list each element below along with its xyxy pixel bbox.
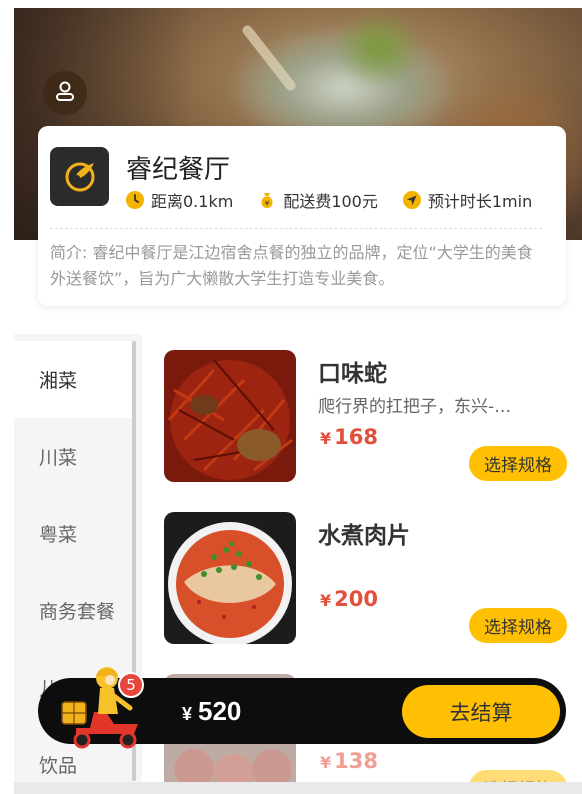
category-item-cantonese[interactable]: 粤菜 [14,495,132,572]
dish-item: 水煮肉片 ¥200 选择规格 [164,512,568,652]
card-divider [50,228,542,229]
dish-image[interactable] [164,350,296,482]
money-bag-icon: ¥ [257,190,277,210]
dish-price: ¥200 [320,587,378,611]
dish-price: ¥138 [320,749,378,773]
dish-image[interactable] [164,512,296,644]
clock-icon [125,190,145,210]
category-item-sichuan[interactable]: 川菜 [14,418,132,495]
price-value: 200 [334,587,378,611]
shop-description: 简介: 睿纪中餐厅是江边宿舍点餐的独立的品牌，定位“大学生的美食外送餐饮”，旨为… [50,243,533,288]
select-spec-button[interactable]: 选择规格 [469,446,567,481]
user-profile-button[interactable] [43,71,87,115]
category-label: 商务套餐 [39,601,116,623]
currency-symbol: ¥ [320,429,332,448]
shop-name: 睿纪餐厅 [126,155,231,185]
eta-text: 预计时长1min [427,192,533,211]
total-value: 520 [198,696,242,726]
category-label: 川菜 [39,447,78,469]
price-value: 168 [334,425,378,449]
navigation-arrow-icon [402,190,422,210]
dish-item: 口味蛇 爬行界的扛把子，东兴-… ¥168 选择规格 [164,350,568,490]
dish-description: 爬行界的扛把子，东兴-… [318,397,512,417]
category-label: 湘菜 [39,370,78,392]
price-value: 138 [334,749,378,773]
delivery-fee-text: 配送费100元 [283,192,378,211]
category-item-business-set[interactable]: 商务套餐 [14,572,132,649]
user-icon [53,79,77,107]
currency-symbol: ¥ [182,704,193,724]
cart-total: ¥520 [182,696,241,727]
category-label: 粤菜 [39,524,78,546]
shop-info-card: 睿纪餐厅 距离0.1km ¥ 配送费100元 预计时长1min 简介: 睿纪中餐… [38,126,566,306]
bottom-edge [14,782,582,794]
currency-symbol: ¥ [320,591,332,610]
eta-stat: 预计时长1min [402,188,532,212]
select-spec-button[interactable]: 选择规格 [469,608,567,643]
order-page: 睿纪餐厅 距离0.1km ¥ 配送费100元 预计时长1min 简介: 睿纪中餐… [14,8,582,794]
shop-stats: 距离0.1km ¥ 配送费100元 预计时长1min [125,188,532,212]
distance-stat: 距离0.1km [125,188,233,212]
shop-logo-icon [60,155,100,199]
currency-symbol: ¥ [320,753,332,772]
distance-text: 距离0.1km [151,192,234,211]
shop-logo [50,147,109,206]
delivery-fee-stat: ¥ 配送费100元 [257,188,378,212]
dish-name: 水煮肉片 [318,523,410,549]
category-item-hunan[interactable]: 湘菜 [14,341,132,418]
dish-price: ¥168 [320,425,378,449]
dish-name: 口味蛇 [318,361,387,387]
cart-count-badge: 5 [118,672,144,698]
svg-text:¥: ¥ [265,200,270,208]
checkout-button[interactable]: 去结算 [402,685,560,738]
